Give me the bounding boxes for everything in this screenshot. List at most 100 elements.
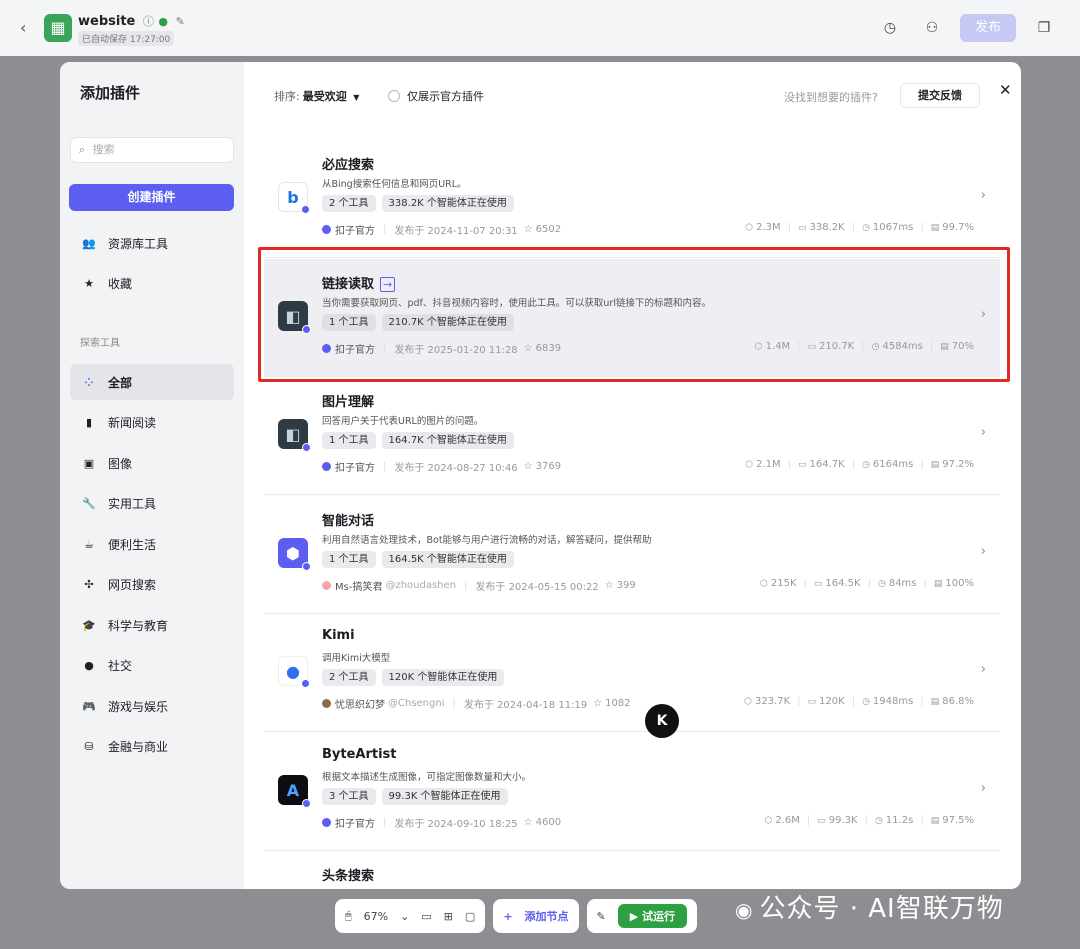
avg-latency: 11.2s <box>885 815 914 826</box>
plugin-meta: 扣子官方 | 发布于 2024-09-10 18:25 ☆ 4600 <box>322 815 561 830</box>
plugin-card[interactable]: ◧ 图片理解 回答用户关于代表URL的图片的问题。 1 个工具 164.7K 个智能体正… <box>264 377 1000 495</box>
search-placeholder: 搜索 <box>92 143 115 156</box>
star-icon[interactable]: ☆ <box>524 343 533 354</box>
plugin-name: 智能对话 <box>322 510 374 529</box>
clock-icon: ◷ <box>862 459 870 470</box>
plugin-author[interactable]: Ms-搞笑君 <box>335 578 382 593</box>
history-icon[interactable]: ◷ <box>876 14 904 42</box>
topbar-actions: ◷ ⚇ 发布 ❐ <box>876 14 1058 42</box>
chevron-right-icon[interactable]: › <box>981 307 986 322</box>
plugin-meta: 扣子官方 | 发布于 2025-01-20 11:28 ☆ 6839 <box>322 341 561 356</box>
tool-count-badge: 2 个工具 <box>322 669 376 686</box>
plugin-name: 图片理解 <box>322 391 374 410</box>
mouse-icon[interactable]: 🖱 <box>345 909 352 923</box>
add-node-button[interactable]: 添加节点 <box>525 908 569 924</box>
collaborators-icon[interactable]: ⚇ <box>918 14 946 42</box>
sidebar-item-label: 游戏与娱乐 <box>108 699 169 714</box>
clock-icon: ◷ <box>862 222 870 233</box>
copy-icon[interactable]: ❐ <box>1030 14 1058 42</box>
sidebar-item-games[interactable]: 🎮 游戏与娱乐 <box>70 688 234 724</box>
sort-dropdown[interactable]: 排序: 最受欢迎 ▼ <box>274 88 359 104</box>
edit-icon[interactable]: ✎ <box>176 15 185 28</box>
info-icon[interactable]: ⓘ <box>143 15 154 28</box>
sidebar-item-web-search[interactable]: ✣ 网页搜索 <box>70 566 234 602</box>
tool-count-badge: 2 个工具 <box>322 195 376 212</box>
star-icon[interactable]: ☆ <box>524 461 533 472</box>
sidebar-item-library-tools[interactable]: 👥 资源库工具 <box>70 225 234 261</box>
divider: | <box>920 696 924 707</box>
official-badge-icon <box>302 562 311 571</box>
kimi-icon: ● <box>278 656 310 688</box>
plugin-card[interactable]: ◧ 链接读取 → 当你需要获取网页、pdf、抖音视频内容时，使用此工具。可以获取url… <box>264 259 1000 377</box>
external-link-icon[interactable]: → <box>380 277 396 292</box>
tool-count-badge: 1 个工具 <box>322 432 376 449</box>
plugin-card[interactable]: ● Kimi 调用Kimi大模型 2 个工具 120K 个智能体正在使用 忧思织幻梦 @Ch… <box>264 614 1000 732</box>
search-icon: ⌕ <box>79 143 86 156</box>
star-icon[interactable]: ☆ <box>524 817 533 828</box>
official-only-toggle[interactable]: 仅展示官方插件 <box>388 88 484 104</box>
star-icon[interactable]: ☆ <box>605 580 614 591</box>
divider: | <box>383 343 387 354</box>
gamepad-icon: 🎮 <box>82 699 96 713</box>
sidebar-item-news[interactable]: ▮ 新闻阅读 <box>70 404 234 440</box>
plugin-card[interactable]: A ByteArtist 根据文本描述生成图像，可指定图像数量和大小。 3 个工具 99… <box>264 733 1000 851</box>
calls-icon: ⬡ <box>764 815 773 826</box>
plugin-description: 当你需要获取网页、pdf、抖音视频内容时，使用此工具。可以获取url链接下的标题… <box>322 298 711 309</box>
zoom-select[interactable]: 67% <box>364 910 388 923</box>
radio-icon[interactable] <box>388 90 400 102</box>
sidebar-item-science-education[interactable]: 🎓 科学与教育 <box>70 607 234 643</box>
minimap-icon[interactable]: ▢ <box>465 910 475 923</box>
sidebar-item-favorites[interactable]: ★ 收藏 <box>70 265 234 301</box>
sidebar-item-label: 图像 <box>108 456 133 471</box>
plugin-name-text: 必应搜索 <box>322 158 375 173</box>
call-count: 215K <box>770 578 797 589</box>
plugin-author[interactable]: 忧思织幻梦 <box>335 696 385 711</box>
star-count: 4600 <box>535 817 562 828</box>
plugin-tags: 1 个工具 164.7K 个智能体正在使用 <box>322 432 514 449</box>
debug-icon[interactable]: ✎ <box>597 910 606 923</box>
layout-icon[interactable]: ⊞ <box>444 910 453 923</box>
plugin-card[interactable]: 头头条搜索 <box>264 851 1000 889</box>
sidebar-item-lifestyle[interactable]: ☕ 便利生活 <box>70 526 234 562</box>
sidebar-item-all[interactable]: ⁘ 全部 <box>70 364 234 400</box>
sidebar-item-image[interactable]: ▣ 图像 <box>70 445 234 481</box>
chevron-right-icon[interactable]: › <box>981 662 986 677</box>
plugin-author[interactable]: 扣子官方 <box>335 815 375 830</box>
publish-button[interactable]: 发布 <box>960 14 1016 42</box>
chevron-right-icon[interactable]: › <box>981 544 986 559</box>
official-author-icon <box>322 344 331 353</box>
success-rate-icon: ▤ <box>933 578 943 589</box>
plugin-search-input[interactable]: ⌕ 搜索 <box>70 137 234 163</box>
plugin-author[interactable]: 扣子官方 <box>335 459 375 474</box>
book-icon: ▮ <box>85 415 93 429</box>
plugin-name: 头条搜索 <box>322 865 374 884</box>
divider: | <box>383 461 387 472</box>
plugin-card[interactable]: ⬢ 智能对话 利用自然语言处理技术，Bot能够与用户进行流畅的对话，解答疑问，提供帮… <box>264 496 1000 614</box>
create-plugin-button[interactable]: 创建插件 <box>69 184 234 211</box>
chevron-right-icon[interactable]: › <box>981 425 986 440</box>
chevron-right-icon[interactable]: › <box>981 781 986 796</box>
sidebar-item-utilities[interactable]: 🔧 实用工具 <box>70 485 234 521</box>
star-icon[interactable]: ☆ <box>524 224 533 235</box>
back-icon[interactable]: ‹ <box>20 18 26 37</box>
plugin-name-text: 头条搜索 <box>322 869 375 884</box>
plugin-author[interactable]: 扣子官方 <box>335 222 375 237</box>
comment-icon[interactable]: ▭ <box>421 910 431 923</box>
test-run-button[interactable]: ▶ 试运行 <box>617 904 688 928</box>
plugin-card[interactable]: b 必应搜索 从Bing搜索任何信息和网页URL。 2 个工具 338.2K 个智能体正… <box>264 140 1000 258</box>
chevron-right-icon[interactable]: › <box>981 188 986 203</box>
plugin-name-text: Kimi <box>322 628 355 643</box>
feedback-button[interactable]: 提交反馈 <box>900 83 980 108</box>
close-icon[interactable]: ✕ <box>999 81 1012 99</box>
success-rate-icon: ▤ <box>930 696 940 707</box>
plugin-description: 利用自然语言处理技术，Bot能够与用户进行流畅的对话，解答疑问，提供帮助 <box>322 535 652 546</box>
sidebar-item-label: 收藏 <box>108 276 133 291</box>
plugin-tags: 1 个工具 210.7K 个智能体正在使用 <box>322 314 514 331</box>
plus-icon[interactable]: + <box>503 910 512 923</box>
sidebar-item-finance[interactable]: ⛁ 金融与商业 <box>70 728 234 764</box>
sidebar-item-social[interactable]: ● 社交 <box>70 647 234 683</box>
app-logo-icon: ▦ <box>44 14 72 42</box>
plugin-author[interactable]: 扣子官方 <box>335 341 375 356</box>
divider: | <box>464 580 468 591</box>
star-icon[interactable]: ☆ <box>593 698 602 709</box>
